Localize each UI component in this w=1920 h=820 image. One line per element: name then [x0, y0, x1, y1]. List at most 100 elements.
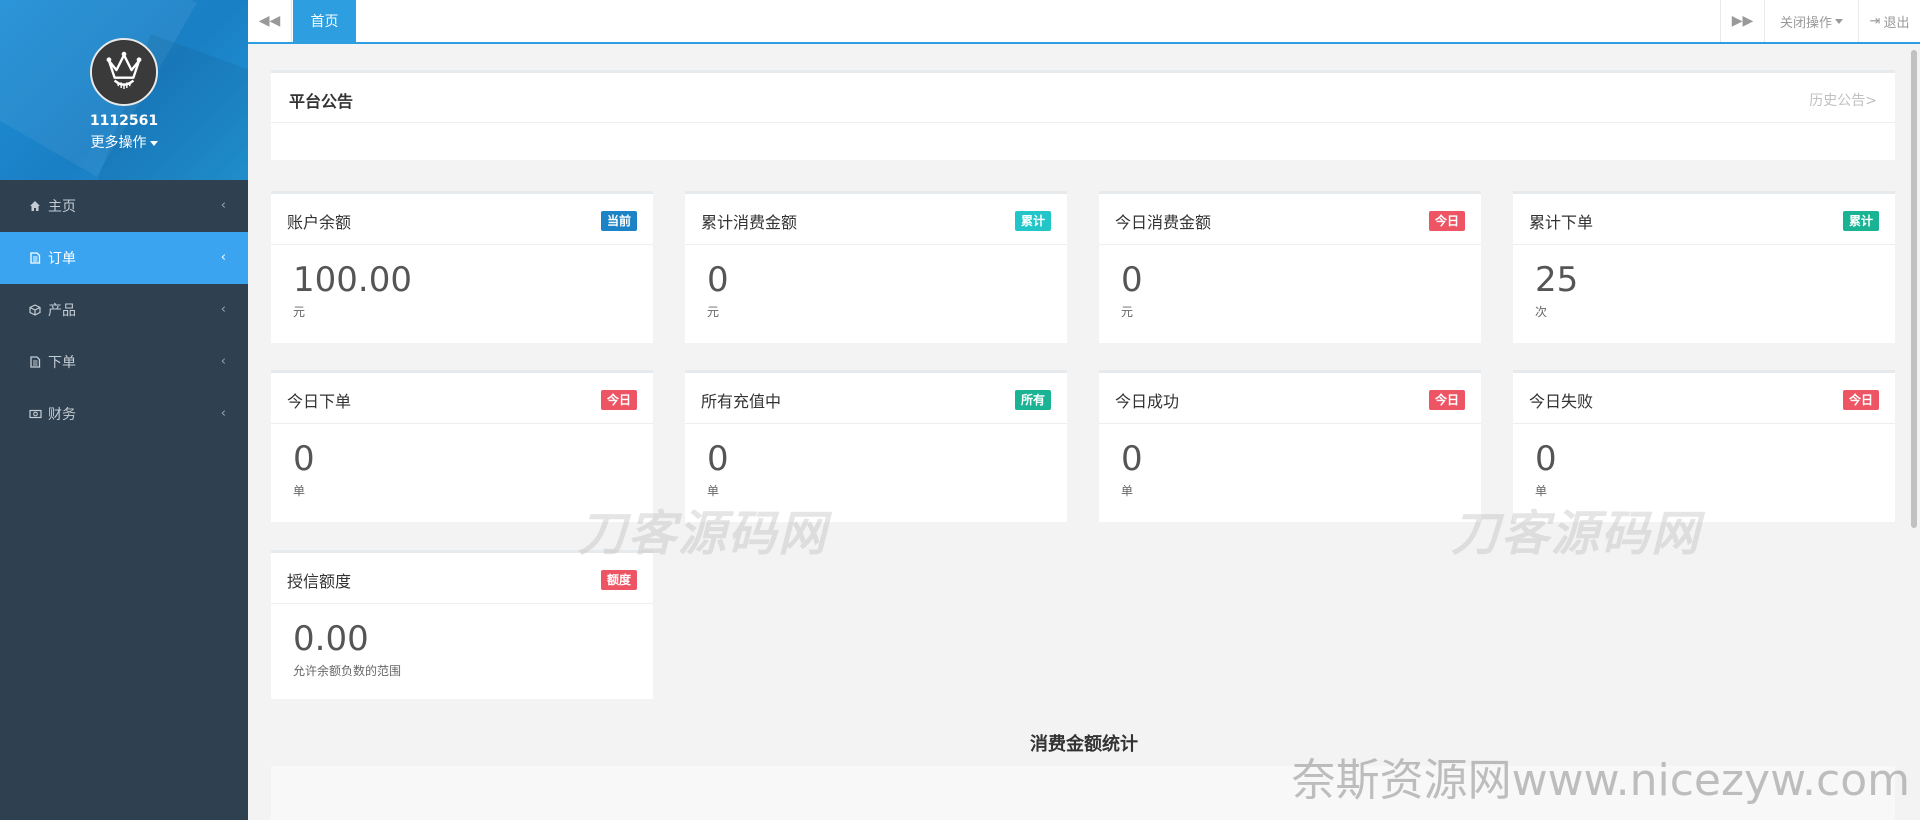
double-chevron-left-icon: ◀◀ [258, 13, 281, 29]
divider [1513, 244, 1895, 245]
stat-card-today-success: 今日成功 今日 0 单 [1099, 370, 1481, 522]
card-value: 0 [1535, 439, 1557, 479]
stat-card-today-spend: 今日消费金额 今日 0 元 [1099, 191, 1481, 343]
chevron-left-icon: ‹ [220, 406, 226, 421]
sidebar-item-place-order[interactable]: 下单 ‹ [0, 336, 248, 388]
sidebar-item-label: 主页 [48, 199, 76, 215]
notice-title: 平台公告 [289, 92, 354, 111]
notice-panel: 平台公告 历史公告> [271, 70, 1895, 160]
divider [685, 244, 1067, 245]
card-title: 累计消费金额 [701, 213, 798, 232]
divider [1099, 423, 1481, 424]
sidebar-item-home[interactable]: 主页 ‹ [0, 180, 248, 232]
tab-scroll-left-button[interactable]: ◀◀ [248, 0, 292, 42]
history-notice-link[interactable]: 历史公告> [1809, 90, 1877, 110]
divider [271, 122, 1895, 123]
card-value: 0 [1121, 260, 1143, 300]
close-ops-dropdown[interactable]: 关闭操作 [1764, 0, 1858, 42]
card-unit: 元 [1121, 305, 1134, 319]
stat-card-total-orders: 累计下单 累计 25 次 [1513, 191, 1895, 343]
card-title: 账户余额 [287, 213, 352, 232]
crown-logo-icon [92, 40, 156, 104]
card-title: 累计下单 [1529, 213, 1594, 232]
card-title: 今日失败 [1529, 392, 1594, 411]
stat-card-total-spend: 累计消费金额 累计 0 元 [685, 191, 1067, 343]
card-unit: 元 [293, 305, 306, 319]
sidebar-item-label: 财务 [48, 407, 76, 423]
divider [1513, 423, 1895, 424]
cube-icon [28, 303, 42, 317]
close-ops-label: 关闭操作 [1779, 15, 1832, 31]
card-unit: 元 [707, 305, 720, 319]
status-badge: 所有 [1014, 390, 1051, 410]
stat-card-recharging: 所有充值中 所有 0 单 [685, 370, 1067, 522]
watermark-bottom: 奈斯资源网www.nicezyw.com [1291, 755, 1910, 806]
card-value: 25 [1535, 260, 1579, 300]
logout-button[interactable]: ⇥ 退出 [1858, 0, 1920, 42]
more-ops-label: 更多操作 [90, 135, 147, 151]
caret-down-icon [149, 140, 158, 146]
chevron-left-icon: ‹ [220, 198, 226, 213]
divider [271, 423, 653, 424]
card-value: 0 [1121, 439, 1143, 479]
stat-card-account-balance: 账户余额 当前 100.00 元 [271, 191, 653, 343]
main-content: 平台公告 历史公告> 账户余额 当前 100.00 元 累计消费金额 累计 0 … [248, 44, 1920, 820]
status-badge: 今日 [1428, 211, 1465, 231]
card-unit: 单 [1121, 484, 1134, 498]
card-unit: 单 [1535, 484, 1548, 498]
profile-header: 1112561 更多操作 [0, 0, 248, 180]
card-title: 今日下单 [287, 392, 352, 411]
logout-label: 退出 [1883, 15, 1910, 31]
topbar-right-group: ▶▶ 关闭操作 ⇥ 退出 [1720, 0, 1920, 42]
status-badge: 累计 [1014, 211, 1051, 231]
tab-scroll-right-button[interactable]: ▶▶ [1720, 0, 1764, 42]
card-value: 0 [707, 439, 729, 479]
avatar[interactable] [90, 38, 158, 106]
chevron-left-icon: ‹ [220, 302, 226, 317]
chevron-left-icon: ‹ [220, 354, 226, 369]
status-badge: 累计 [1842, 211, 1879, 231]
status-badge: 当前 [600, 211, 637, 231]
card-unit: 单 [707, 484, 720, 498]
sidebar-item-label: 产品 [48, 303, 76, 319]
file-icon [28, 355, 42, 369]
double-chevron-right-icon: ▶▶ [1731, 13, 1754, 29]
card-unit: 允许余额负数的范围 [293, 664, 402, 678]
username: 1112561 [89, 113, 159, 129]
money-icon [28, 407, 42, 421]
status-badge: 今日 [1428, 390, 1465, 410]
caret-down-icon [1835, 18, 1843, 24]
stat-card-credit-limit: 授信额度 额度 0.00 允许余额负数的范围 [271, 550, 653, 699]
top-tabbar: ◀◀ 首页 ▶▶ 关闭操作 ⇥ 退出 [248, 0, 1920, 44]
divider [271, 244, 653, 245]
stat-card-today-orders: 今日下单 今日 0 单 [271, 370, 653, 522]
card-value: 0.00 [293, 619, 369, 659]
divider [271, 603, 653, 604]
card-value: 0 [707, 260, 729, 300]
sidebar-item-products[interactable]: 产品 ‹ [0, 284, 248, 336]
card-value: 0 [293, 439, 315, 479]
sidebar: 1112561 更多操作 主页 ‹ 订单 ‹ 产品 ‹ 下单 ‹ 财务 ‹ [0, 0, 248, 820]
sidebar-item-finance[interactable]: 财务 ‹ [0, 388, 248, 440]
card-value: 100.00 [293, 260, 412, 300]
stat-card-today-failed: 今日失败 今日 0 单 [1513, 370, 1895, 522]
status-badge: 今日 [1842, 390, 1879, 410]
chevron-left-icon: ‹ [220, 250, 226, 265]
home-icon [28, 199, 42, 213]
sign-out-icon: ⇥ [1869, 13, 1881, 29]
status-badge: 额度 [600, 570, 637, 590]
card-title: 所有充值中 [701, 392, 782, 411]
card-title: 授信额度 [287, 572, 352, 591]
file-icon [28, 251, 42, 265]
tab-home-label: 首页 [310, 14, 339, 30]
scrollbar-thumb[interactable] [1911, 50, 1917, 528]
card-title: 今日成功 [1115, 392, 1180, 411]
sidebar-item-label: 订单 [48, 251, 76, 267]
more-ops-dropdown[interactable]: 更多操作 [0, 132, 248, 152]
card-unit: 单 [293, 484, 306, 498]
tab-home[interactable]: 首页 [293, 0, 356, 42]
sidebar-item-label: 下单 [48, 355, 76, 371]
sidebar-item-orders[interactable]: 订单 ‹ [0, 232, 248, 284]
card-title: 今日消费金额 [1115, 213, 1212, 232]
divider [1099, 244, 1481, 245]
